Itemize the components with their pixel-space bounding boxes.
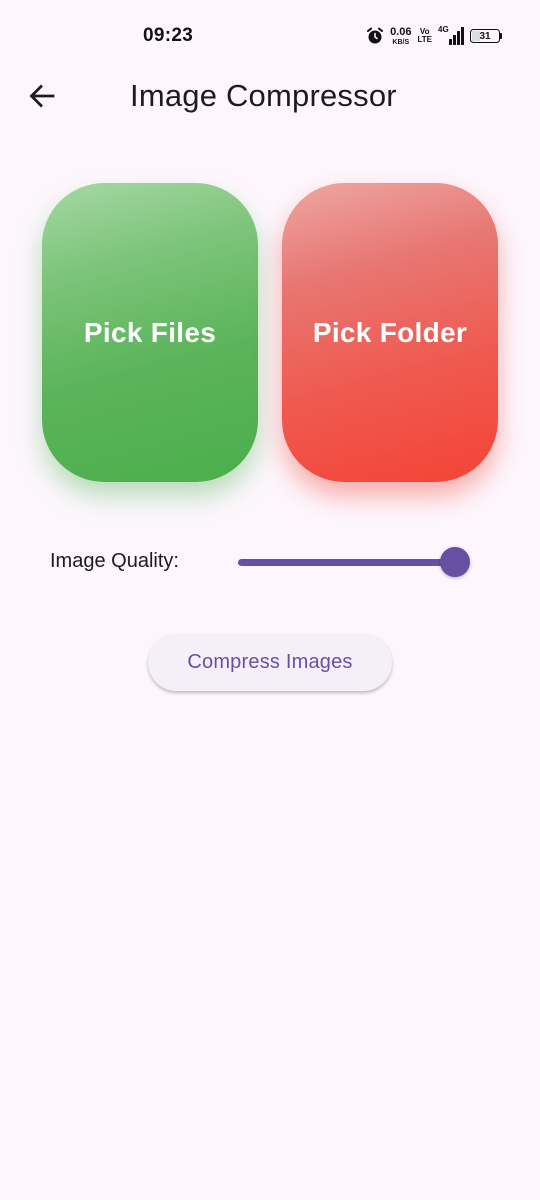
signal-icon: 4G bbox=[438, 25, 464, 45]
quality-row: Image Quality: bbox=[0, 540, 540, 584]
status-time: 09:23 bbox=[143, 25, 194, 46]
network-type-label: 4G bbox=[438, 25, 449, 34]
quality-slider-track[interactable] bbox=[238, 559, 454, 566]
compress-images-button[interactable]: Compress Images bbox=[148, 634, 392, 691]
volte-icon: Vo LTE bbox=[417, 28, 432, 44]
back-button[interactable] bbox=[18, 74, 66, 122]
pick-files-button[interactable]: Pick Files bbox=[42, 183, 258, 482]
quality-slider-thumb[interactable] bbox=[440, 547, 470, 577]
alarm-icon bbox=[366, 27, 384, 45]
network-speed-indicator: 0.06 KB/S bbox=[390, 25, 412, 46]
quality-slider[interactable] bbox=[238, 546, 470, 578]
battery-icon: 31 bbox=[470, 29, 502, 43]
app-bar: Image Compressor bbox=[0, 70, 540, 126]
battery-level: 31 bbox=[479, 30, 491, 42]
page-title: Image Compressor bbox=[130, 78, 397, 113]
status-bar: 09:23 0.06 KB/S Vo LTE 4G 31 bbox=[0, 0, 540, 70]
pick-files-label: Pick Files bbox=[83, 316, 217, 348]
pick-folder-button[interactable]: Pick Folder bbox=[282, 183, 498, 482]
pick-folder-label: Pick Folder bbox=[312, 316, 468, 348]
quality-label: Image Quality: bbox=[50, 550, 179, 572]
network-speed-value: 0.06 bbox=[390, 25, 412, 38]
network-speed-unit: KB/S bbox=[392, 38, 410, 46]
volte-bottom-label: LTE bbox=[417, 35, 432, 44]
status-icons: 0.06 KB/S Vo LTE 4G 31 bbox=[366, 24, 502, 48]
arrow-left-icon bbox=[28, 82, 56, 115]
